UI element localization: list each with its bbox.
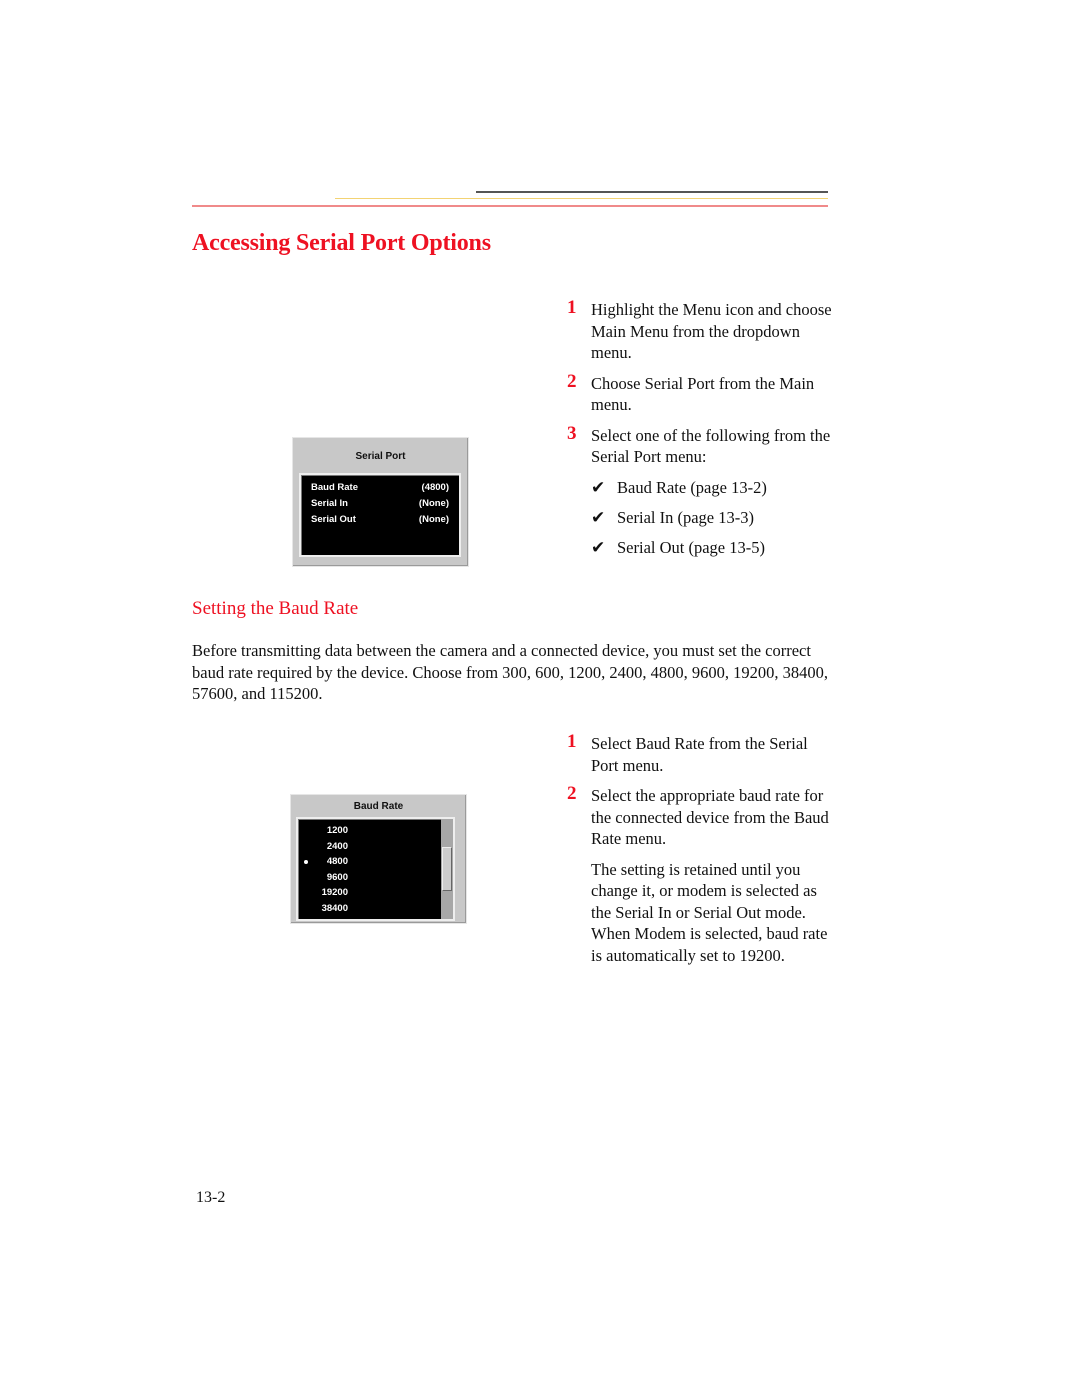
serial-port-steps: 1 Highlight the Menu icon and choose Mai… (563, 297, 833, 567)
baud-rate-list: 1200 2400 4800 9600 19200 38400 (296, 817, 455, 921)
intro-paragraph: Before transmitting data between the cam… (192, 641, 829, 703)
baud-option[interactable]: 19200 (298, 885, 438, 901)
option-text: Serial Out (page 13-5) (617, 537, 765, 557)
page-number: 13-2 (196, 1189, 226, 1206)
option-item: ✔ Serial Out (page 13-5) (563, 537, 833, 559)
step-note: The setting is retained until you change… (591, 859, 828, 965)
option-list: ✔ Baud Rate (page 13-2) ✔ Serial In (pag… (563, 477, 833, 559)
menu-row-value: (4800) (421, 482, 449, 493)
step-text: Select one of the following from the Ser… (591, 425, 831, 467)
baud-rate-menu-title: Baud Rate (353, 801, 404, 812)
baud-option[interactable]: 1200 (298, 823, 438, 839)
header-rule-red (192, 205, 828, 207)
step-number: 3 (567, 422, 577, 444)
step-item: 3 Select one of the following from the S… (563, 422, 833, 468)
menu-row-value: (None) (418, 514, 449, 525)
header-rule-dark (476, 191, 828, 193)
step-number: 1 (567, 297, 577, 318)
menu-row-serial-out[interactable]: Serial Out (None) (301, 512, 459, 528)
scroll-thumb[interactable] (442, 847, 452, 891)
option-text: Baud Rate (page 13-2) (617, 477, 767, 497)
page-title: Accessing Serial Port Options (192, 230, 491, 256)
menu-row-label: Serial Out (311, 514, 356, 525)
step-text: Choose Serial Port from the Main menu. (591, 373, 815, 415)
menu-row-label: Baud Rate (311, 482, 358, 493)
section-heading: Setting the Baud Rate (192, 598, 359, 619)
option-item: ✔ Baud Rate (page 13-2) (563, 477, 833, 499)
baud-option[interactable]: 9600 (298, 870, 438, 886)
check-icon: ✔ (591, 537, 606, 557)
option-item: ✔ Serial In (page 13-3) (563, 507, 833, 529)
step-number: 2 (567, 370, 577, 392)
menu-row-value: (None) (418, 498, 449, 509)
menu-row-serial-in[interactable]: Serial In (None) (301, 496, 459, 512)
scrollbar[interactable] (441, 819, 453, 919)
check-icon: ✔ (591, 477, 606, 497)
baud-option[interactable]: 2400 (298, 839, 438, 855)
step-text: Select the appropriate baud rate for the… (591, 786, 829, 848)
serial-port-menu-list: Baud Rate (4800) Serial In (None) Serial… (299, 473, 461, 557)
step-number: 2 (567, 783, 577, 804)
step-item: 2 Choose Serial Port from the Main menu. (563, 370, 833, 416)
step-item: 1 Select Baud Rate from the Serial Port … (563, 731, 833, 776)
option-text: Serial In (page 13-3) (617, 507, 754, 527)
header-rule-yellow (335, 198, 828, 199)
menu-row-label: Serial In (311, 498, 348, 509)
baud-rate-menu: Baud Rate 1200 2400 4800 9600 19200 3840… (290, 794, 467, 924)
step-number: 1 (567, 731, 577, 752)
menu-row-baud-rate[interactable]: Baud Rate (4800) (301, 480, 459, 496)
serial-port-menu: Serial Port Baud Rate (4800) Serial In (… (292, 437, 469, 567)
baud-option-selected[interactable]: 4800 (298, 854, 438, 870)
baud-rate-steps: 1 Select Baud Rate from the Serial Port … (563, 731, 833, 974)
step-text: Highlight the Menu icon and choose Main … (591, 300, 832, 362)
step-item: 2 Select the appropriate baud rate for t… (563, 783, 833, 850)
check-icon: ✔ (591, 507, 606, 527)
serial-port-menu-title: Serial Port (355, 451, 406, 462)
baud-option[interactable]: 38400 (298, 901, 438, 917)
step-item: 1 Highlight the Menu icon and choose Mai… (563, 297, 833, 364)
selected-bullet-icon (304, 860, 308, 864)
step-text: Select Baud Rate from the Serial Port me… (591, 734, 808, 775)
